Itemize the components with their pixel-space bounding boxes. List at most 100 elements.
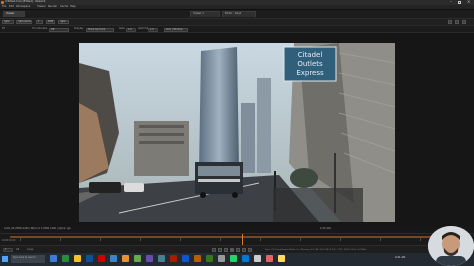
- whatsapp-icon[interactable]: [230, 255, 237, 262]
- menu-cache[interactable]: Cache: [60, 5, 68, 9]
- gamma-label: Gamma: [138, 27, 149, 30]
- taskbar-clock: 9:41 AM: [395, 256, 406, 259]
- start-button[interactable]: [2, 256, 8, 262]
- viewer-frame[interactable]: Citadel Outlets Express: [79, 43, 395, 222]
- app-icon-gray[interactable]: [218, 255, 225, 262]
- alpha-value: rgba.alpha: [18, 20, 31, 23]
- menu-render[interactable]: Render: [48, 5, 57, 9]
- play-reverse-icon[interactable]: [224, 248, 228, 252]
- fps-label: 24: [16, 248, 20, 251]
- app-icon-red[interactable]: [170, 255, 177, 262]
- tab-viewer[interactable]: Viewer: [3, 11, 25, 17]
- taskbar-search-placeholder: Type here to search: [13, 256, 36, 259]
- thumbnails-value: Off: [51, 28, 55, 31]
- fit-label: Fit: [2, 27, 6, 30]
- menu-help[interactable]: Help: [70, 5, 76, 9]
- taskbar-search[interactable]: Type here to search: [11, 255, 45, 263]
- frame-field-value: 1: [5, 248, 7, 251]
- street-scene-image: Citadel Outlets Express: [79, 43, 395, 222]
- loop-mode-label[interactable]: Loop: [27, 248, 33, 252]
- viewer-tab-strip: Viewer Viewer 1 Editor - Seq1: [0, 10, 474, 18]
- channels-value: rgba: [4, 20, 10, 23]
- display-value: Show top track: [88, 28, 106, 31]
- maximize-button[interactable]: [458, 1, 461, 4]
- nuke-app-icon[interactable]: [122, 255, 129, 262]
- stop-icon[interactable]: [230, 248, 234, 252]
- tab-viewer-1[interactable]: Viewer 1: [190, 11, 220, 17]
- app-icon-teal[interactable]: [158, 255, 165, 262]
- frame-info-text: 1/43 (4K): [320, 227, 332, 230]
- app-icon-orange[interactable]: [194, 255, 201, 262]
- app-icon-yellow[interactable]: [278, 255, 285, 262]
- media-app-icon[interactable]: [98, 255, 105, 262]
- frame-field[interactable]: 1: [3, 248, 13, 252]
- view-dropdown[interactable]: Sum | Window: [164, 28, 188, 32]
- minimize-button[interactable]: –: [450, 0, 452, 4]
- b-input-dropdown[interactable]: rgba: [58, 20, 69, 24]
- view-value: Sum | Window: [166, 28, 183, 31]
- mode-dropdown[interactable]: RGB: [46, 20, 55, 24]
- word-app-icon[interactable]: [86, 255, 93, 262]
- timeline-range: [10, 236, 465, 238]
- timeline-bar[interactable]: 00:00:00:00 00:00:43:00: [0, 233, 474, 246]
- thumbnails-dropdown[interactable]: Off: [49, 28, 69, 32]
- step-forward-icon[interactable]: [242, 248, 246, 252]
- go-to-start-icon[interactable]: [212, 248, 216, 252]
- file-explorer-icon[interactable]: [74, 255, 81, 262]
- menu-file[interactable]: File: [2, 5, 6, 9]
- settings-icon[interactable]: [455, 20, 459, 24]
- gain-field[interactable]: 1.0: [126, 28, 136, 32]
- image-info-text: LA02_4K 2560x1440 | Bbox: 0 0 2560 1440 …: [4, 227, 71, 230]
- app-icon-white[interactable]: [254, 255, 261, 262]
- gamma-value: 1.0: [150, 28, 154, 31]
- menu-workspace[interactable]: Workspace: [16, 5, 30, 9]
- mode-value: RGB: [48, 20, 54, 23]
- tab-viewer-label: Viewer: [6, 12, 15, 15]
- close-button[interactable]: ×: [467, 0, 470, 4]
- layout-icon[interactable]: [462, 20, 466, 24]
- tab-editor[interactable]: Editor - Seq1: [222, 11, 256, 17]
- app-icon-pink[interactable]: [266, 255, 273, 262]
- window-title: Untitled.hrox [Edited] - Nuke12: [5, 0, 46, 3]
- webcam-overlay: [428, 226, 474, 266]
- a-input-dropdown[interactable]: 1: [36, 20, 43, 24]
- display-label: Display: [74, 27, 84, 30]
- thumbnails-label: Thumbnails: [32, 27, 48, 30]
- b-input-value: rgba: [60, 20, 66, 23]
- sign-line-2: Outlets: [297, 60, 323, 68]
- viewer-toolbar-top: rgba rgba.alpha 1 RGB rgba: [0, 18, 474, 25]
- app-icon-purple[interactable]: [146, 255, 153, 262]
- alpha-dropdown[interactable]: rgba.alpha: [16, 20, 32, 24]
- app-logo-icon: [1, 1, 4, 4]
- task-view-icon[interactable]: [50, 255, 57, 262]
- app-icon-blue[interactable]: [182, 255, 189, 262]
- edge-browser-icon[interactable]: [110, 255, 117, 262]
- play-icon[interactable]: [236, 248, 240, 252]
- sign-line-3: Express: [296, 69, 324, 77]
- menu-edit[interactable]: Edit: [9, 5, 14, 9]
- step-back-icon[interactable]: [218, 248, 222, 252]
- chrome-browser-icon[interactable]: [134, 255, 141, 262]
- in-point-label: 00:00:00:00: [2, 239, 16, 242]
- presenter-avatar: [428, 226, 474, 266]
- app-icon-green[interactable]: [206, 255, 213, 262]
- glass-tower: [199, 47, 239, 171]
- gamma-field[interactable]: 1.0: [148, 28, 158, 32]
- lock-icon[interactable]: [448, 20, 452, 24]
- spreadsheet-app-icon[interactable]: [62, 255, 69, 262]
- transport-controls: 1 24 Loop Sync: Off | Localization Mode:…: [0, 245, 474, 253]
- go-to-end-icon[interactable]: [248, 248, 252, 252]
- sign-line-1: Citadel: [298, 51, 323, 59]
- tab-viewer-1-label: Viewer 1: [193, 12, 204, 15]
- a-input-value: 1: [38, 20, 40, 23]
- gain-value: 1.0: [128, 28, 132, 31]
- viewer-toolbar-bottom: Fit Thumbnails Off Display Show top trac…: [0, 25, 474, 33]
- channels-dropdown[interactable]: rgba: [2, 20, 14, 24]
- memory-status-text: Sync: Off | Localization Mode: On | Memo…: [265, 249, 367, 251]
- menu-viewer[interactable]: Viewer: [37, 5, 46, 9]
- app-icon-azure[interactable]: [242, 255, 249, 262]
- os-taskbar: Type here to search 9:41 AM: [0, 253, 474, 266]
- gain-label: Gain: [119, 27, 125, 30]
- tab-editor-label: Editor - Seq1: [225, 12, 242, 15]
- display-dropdown[interactable]: Show top track: [86, 28, 114, 32]
